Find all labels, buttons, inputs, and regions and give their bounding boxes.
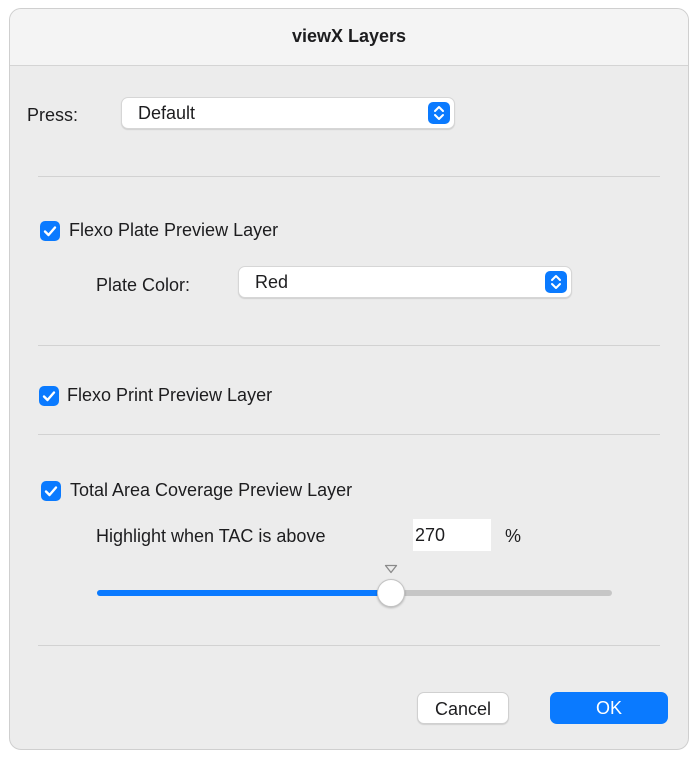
flexo-plate-label: Flexo Plate Preview Layer [69,220,279,240]
tac-slider-thumb[interactable] [376,579,405,607]
separator [38,434,660,435]
flexo-plate-checkbox[interactable] [40,221,60,241]
up-down-chevron-icon [545,271,567,293]
viewx-layers-dialog: viewX Layers Press: Default Flexo Plate … [9,8,689,750]
flexo-print-label: Flexo Print Preview Layer [67,385,273,405]
tac-label: Total Area Coverage Preview Layer [70,480,353,500]
plate-color-popup-button[interactable]: Red [238,266,572,298]
press-value: Default [138,103,196,123]
tac-checkbox[interactable] [41,481,61,501]
tac-slider-track[interactable] [97,590,612,596]
separator [38,645,660,646]
press-popup-button[interactable]: Default [121,97,455,129]
separator [38,176,660,177]
press-label: Press: [27,105,79,125]
dialog-title: viewX Layers [10,9,688,66]
separator [38,345,660,346]
tac-unit-label: % [505,526,522,546]
checkmark-icon [44,486,58,497]
tac-threshold-field[interactable] [413,519,491,551]
cancel-button[interactable]: Cancel [417,692,509,724]
checkmark-icon [42,391,56,402]
plate-color-value: Red [255,272,289,292]
flexo-print-checkbox[interactable] [39,386,59,406]
ok-button[interactable]: OK [550,692,668,724]
up-down-chevron-icon [428,102,450,124]
tac-highlight-label: Highlight when TAC is above [96,526,326,546]
checkmark-icon [43,226,57,237]
triangle-down-icon [384,564,397,574]
tac-slider-fill [97,590,391,596]
plate-color-label: Plate Color: [96,275,191,295]
